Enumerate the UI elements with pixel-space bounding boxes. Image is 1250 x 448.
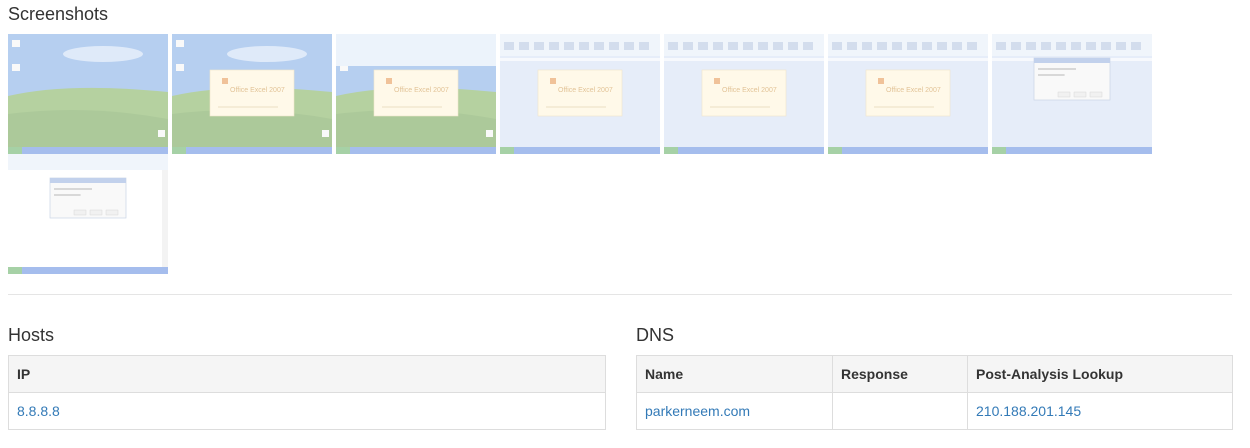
column-header-name: Name	[636, 355, 833, 393]
screenshots-heading: Screenshots	[8, 4, 109, 24]
column-header-ip: IP	[8, 355, 606, 393]
hosts-table: IP 8.8.8.8	[8, 355, 606, 430]
screenshot-image	[992, 34, 1152, 154]
screenshot-thumbnail[interactable]: Office Excel 2007	[664, 34, 824, 154]
screenshot-image: Office Excel 2007	[500, 34, 660, 154]
dns-lookup-cell: 210.188.201.145	[967, 392, 1233, 430]
hosts-heading: Hosts	[8, 325, 55, 345]
screenshot-image: Office Excel 2007	[828, 34, 988, 154]
svg-text:Office Excel 2007: Office Excel 2007	[558, 87, 613, 94]
host-ip-cell: 8.8.8.8	[8, 392, 606, 430]
screenshot-image	[8, 34, 168, 154]
dns-name-cell: parkerneem.com	[636, 392, 833, 430]
screenshot-thumbnail[interactable]: Office Excel 2007	[828, 34, 988, 154]
section-divider	[8, 294, 1232, 295]
column-header-post-analysis-lookup: Post-Analysis Lookup	[967, 355, 1233, 393]
svg-text:Office Excel 2007: Office Excel 2007	[230, 87, 285, 94]
svg-text:Office Excel 2007: Office Excel 2007	[886, 87, 941, 94]
screenshot-thumbnail[interactable]	[992, 34, 1152, 154]
svg-text:Office Excel 2007: Office Excel 2007	[722, 87, 777, 94]
screenshot-image	[8, 154, 168, 274]
table-row: 8.8.8.8	[8, 392, 606, 430]
dns-lookup-link[interactable]: 210.188.201.145	[976, 403, 1081, 419]
table-row: parkerneem.com 210.188.201.145	[636, 392, 1233, 430]
screenshot-image: Office Excel 2007	[336, 34, 496, 154]
svg-text:Office Excel 2007: Office Excel 2007	[394, 87, 449, 94]
column-header-response: Response	[832, 355, 968, 393]
dns-response-cell	[832, 392, 968, 430]
table-header-row: Name Response Post-Analysis Lookup	[636, 355, 1233, 393]
dns-name-link[interactable]: parkerneem.com	[645, 403, 750, 419]
table-header-row: IP	[8, 355, 606, 393]
dns-heading: DNS	[636, 325, 675, 345]
screenshot-thumbnail[interactable]	[8, 34, 168, 154]
screenshot-thumbnail[interactable]: Office Excel 2007	[172, 34, 332, 154]
screenshot-thumbnail[interactable]: Office Excel 2007	[336, 34, 496, 154]
screenshot-thumbnail[interactable]: Office Excel 2007	[500, 34, 660, 154]
dns-table: Name Response Post-Analysis Lookup parke…	[636, 355, 1233, 430]
screenshot-thumbnail[interactable]	[8, 154, 168, 274]
screenshot-image: Office Excel 2007	[172, 34, 332, 154]
screenshot-image: Office Excel 2007	[664, 34, 824, 154]
host-ip-link[interactable]: 8.8.8.8	[17, 403, 60, 419]
